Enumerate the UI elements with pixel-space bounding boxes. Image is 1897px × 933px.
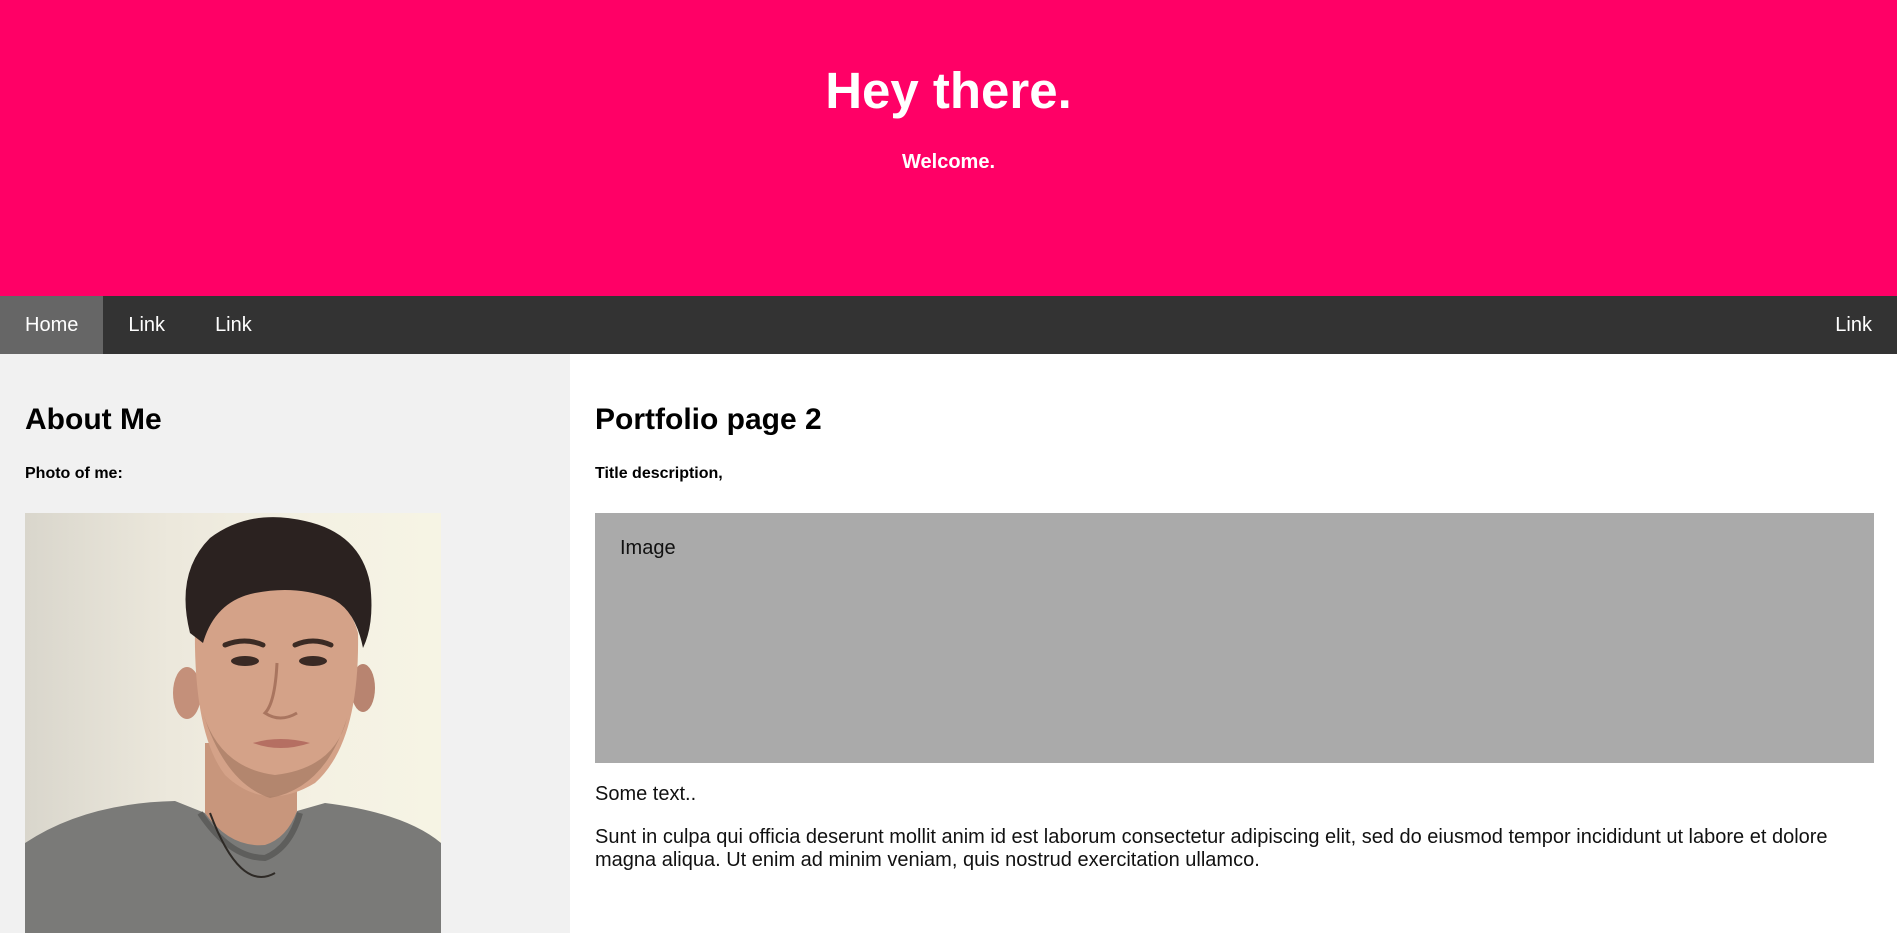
image-placeholder: Image [595, 513, 1874, 763]
header-title: Hey there. [825, 62, 1072, 119]
body-paragraph: Sunt in culpa qui officia deserunt molli… [595, 826, 1828, 871]
navbar: Home Link Link Link [0, 296, 1897, 354]
some-text: Some text.. [595, 783, 697, 805]
profile-photo [25, 513, 441, 933]
header-subtitle: Welcome. [902, 151, 995, 173]
nav-link-1[interactable]: Link [103, 296, 190, 354]
main-content: Portfolio page 2 Title description, Imag… [570, 354, 1897, 933]
nav-link-2[interactable]: Link [190, 296, 277, 354]
profile-photo-illustration [25, 517, 441, 933]
header-banner: Hey there. Welcome. [0, 0, 1897, 296]
content-row: About Me Photo of me: Portfolio page 2 T… [0, 354, 1897, 933]
photo-label: Photo of me: [25, 465, 123, 482]
sidebar-about: About Me Photo of me: [0, 354, 570, 933]
nav-home-link[interactable]: Home [0, 296, 104, 354]
nav-link-right[interactable]: Link [1810, 296, 1897, 354]
about-heading: About Me [25, 403, 162, 436]
portfolio-heading: Portfolio page 2 [595, 403, 822, 436]
title-description: Title description, [595, 465, 723, 482]
